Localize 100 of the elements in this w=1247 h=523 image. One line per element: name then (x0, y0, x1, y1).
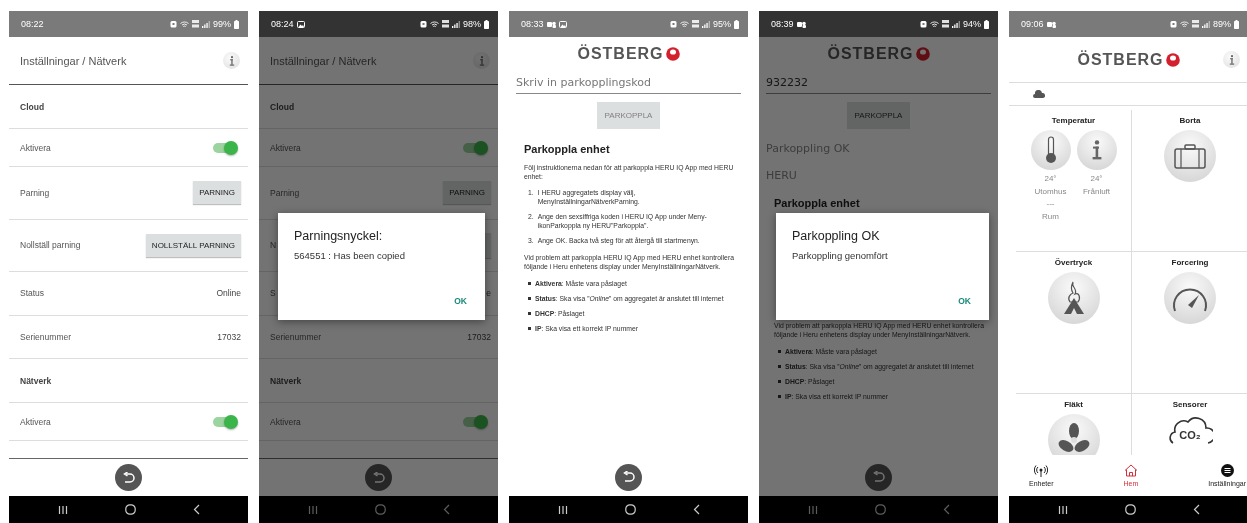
back-button[interactable] (615, 463, 642, 491)
battery-icon (1234, 19, 1239, 29)
logo-wordmark: ÖSTBERG (577, 45, 664, 63)
action-button[interactable]: PARNING (443, 181, 491, 205)
setting-label: Aktivera (20, 142, 51, 153)
temperature-value: --- (1046, 199, 1055, 208)
return-arrow-icon (622, 471, 635, 483)
recent-apps-icon (1057, 504, 1068, 515)
pair-button[interactable]: PARKOPPLA (846, 102, 911, 129)
info-icon (228, 55, 235, 66)
sensor-label: Rum (1042, 212, 1059, 221)
tile-title: Sensorer (1172, 400, 1208, 409)
back-icon (192, 504, 200, 515)
app-notification-icon (796, 20, 806, 28)
home-icon (1124, 504, 1136, 515)
back-button[interactable] (115, 464, 142, 491)
menu-icon (1220, 464, 1234, 477)
info-icon (1228, 54, 1235, 65)
pairing-code-field[interactable]: Skriv in parkopplingskod (516, 71, 741, 94)
ok-button[interactable]: OK (452, 294, 469, 308)
back-button[interactable] (865, 463, 892, 491)
app-notification-icon (1046, 20, 1056, 28)
tile-title: Borta (1179, 116, 1201, 125)
back-icon (1192, 504, 1200, 515)
screen-title: Inställningar / Nätverk (270, 54, 377, 67)
bullet-icon (528, 327, 531, 330)
battery-percentage: 98% (463, 19, 481, 29)
section-heading: Nätverk (270, 375, 302, 386)
setting-label: N (270, 240, 277, 251)
instructions-heading: Parkoppla enhet (524, 143, 611, 155)
toggle-switch[interactable] (463, 142, 485, 153)
signal-icon (1202, 20, 1210, 28)
clock-time: 08:33 (521, 19, 544, 29)
battery-percentage: 94% (963, 19, 981, 29)
logo-ball-icon (915, 47, 930, 61)
battery-icon (484, 19, 489, 29)
info-button[interactable] (223, 52, 240, 69)
photo-icon (558, 20, 567, 28)
info-icon (478, 55, 485, 66)
signal-icon (702, 20, 710, 28)
wifi-icon (1180, 20, 1189, 28)
wifi-icon (930, 20, 939, 28)
cloud-icon (1033, 90, 1045, 98)
return-arrow-icon (122, 471, 135, 484)
setting-label: Aktivera (20, 416, 51, 427)
wifi-icon (180, 20, 189, 28)
setting-label: Aktivera (270, 142, 301, 153)
setting-label: Serienummer (20, 331, 72, 342)
suitcase-icon[interactable] (1164, 130, 1216, 182)
battery-percentage: 95% (713, 19, 731, 29)
dialog-title: Parningsnyckel: (294, 229, 384, 243)
fan-icon[interactable] (1047, 414, 1100, 455)
return-arrow-icon (872, 471, 885, 483)
info-button[interactable] (1223, 51, 1240, 68)
sensor-label: Utomhus (1034, 187, 1067, 196)
logo-wordmark: ÖSTBERG (827, 45, 914, 63)
clock-time: 08:22 (21, 19, 44, 29)
bullet-icon (778, 395, 781, 398)
logo-wordmark: ÖSTBERG (1077, 50, 1164, 69)
battery-percentage: 89% (1213, 19, 1231, 29)
section-heading: Cloud (270, 101, 295, 112)
action-button[interactable]: NOLLSTÄLL PARNING (145, 233, 241, 257)
info-button[interactable] (473, 52, 490, 69)
toggle-switch[interactable] (213, 142, 235, 153)
bullet-icon (778, 350, 781, 353)
setting-label: Aktivera (270, 416, 301, 427)
recent-apps-icon (307, 504, 318, 515)
dialog-message: Parkoppling genomfört (792, 250, 889, 261)
bullet-icon (528, 297, 531, 300)
back-button[interactable] (365, 464, 392, 491)
setting-value: Online (216, 288, 241, 299)
gauge-icon[interactable] (1164, 272, 1216, 324)
home-icon (624, 504, 636, 515)
setting-label: Serienummer (270, 331, 322, 342)
home-icon (374, 504, 386, 515)
logo-ball-icon (665, 47, 680, 61)
logo-ball-icon (1165, 52, 1180, 67)
action-button[interactable]: PARNING (193, 181, 241, 205)
bullet-icon (778, 380, 781, 383)
setting-label: Parning (20, 187, 50, 198)
pairing-code-field[interactable]: 932232 (766, 71, 991, 94)
screen-title: Inställningar / Nätverk (20, 54, 127, 67)
co2-label: CO₂ (1179, 429, 1201, 441)
setting-label: Parning (270, 187, 300, 198)
tile-title: Forcering (1171, 258, 1209, 267)
temperature-value: 24° (1090, 174, 1103, 183)
recent-apps-icon (557, 504, 568, 515)
clock-time: 09:06 (1021, 19, 1044, 29)
back-icon (692, 504, 700, 515)
info-icon (1076, 130, 1117, 170)
toggle-switch[interactable] (213, 416, 235, 427)
antenna-icon (1034, 464, 1049, 477)
setting-label: Nollställ parning (20, 240, 81, 251)
toggle-switch[interactable] (463, 416, 485, 427)
signal-icon (952, 20, 960, 28)
recent-apps-icon (807, 504, 818, 515)
ok-button[interactable]: OK (956, 294, 973, 308)
clock-time: 08:24 (271, 19, 294, 29)
battery-icon (984, 19, 989, 29)
dialog-message: 564551 : Has been copied (294, 250, 406, 261)
